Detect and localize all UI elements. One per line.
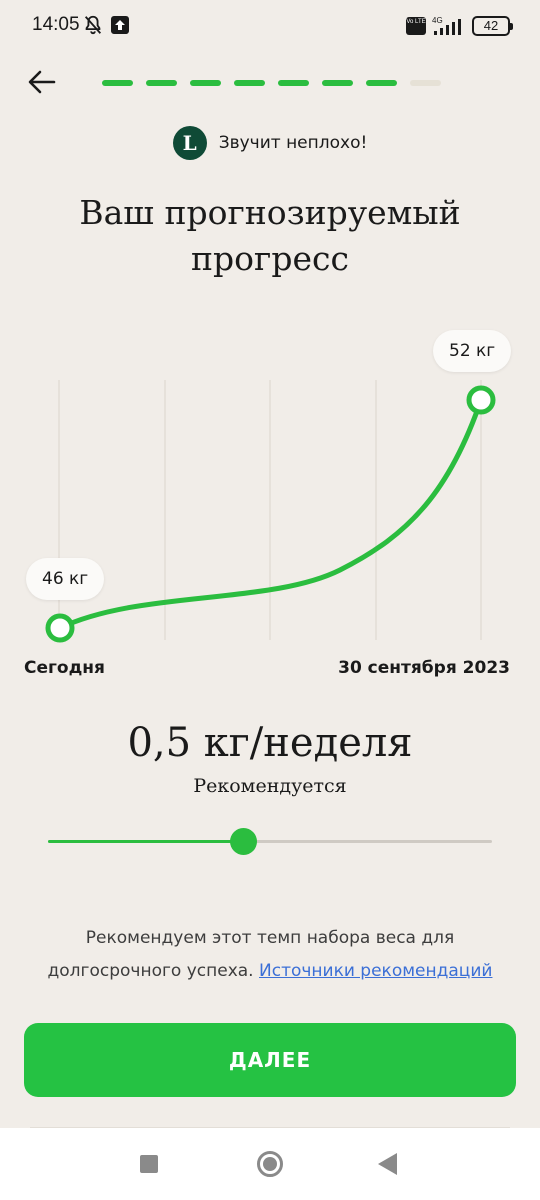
- volte-icon: Vo LTE: [406, 17, 426, 35]
- upload-icon: [111, 16, 129, 34]
- progress-step-pending: [410, 80, 441, 86]
- badge-text: Звучит неплохо!: [218, 133, 368, 153]
- logo-icon: L: [172, 126, 207, 160]
- x-label-start: Сегодня: [24, 658, 105, 678]
- status-bar: 14:05 Vo LTE 4G 42: [0, 0, 540, 52]
- next-button[interactable]: ДАЛЕЕ: [24, 1023, 516, 1097]
- home-icon[interactable]: [257, 1151, 283, 1177]
- rate-value: 0,5 кг/неделя: [127, 720, 413, 766]
- end-point: [466, 385, 496, 415]
- badge-row: L Звучит неплохо!: [0, 126, 540, 160]
- recents-icon[interactable]: [140, 1155, 158, 1173]
- progress-steps: [102, 80, 441, 86]
- status-right: Vo LTE 4G 42: [406, 14, 513, 38]
- start-weight-bubble: 46 кг: [26, 558, 105, 600]
- progress-step-complete: [366, 80, 397, 86]
- rate-subtitle: Рекомендуется: [193, 775, 347, 797]
- x-label-end: 30 сентября 2023: [338, 658, 510, 678]
- start-point: [45, 613, 75, 643]
- progress-step-complete: [278, 80, 309, 86]
- rate-slider[interactable]: [48, 826, 492, 856]
- end-weight-bubble: 52 кг: [433, 330, 512, 372]
- slider-fill: [48, 840, 243, 843]
- signal-icon: 4G: [432, 16, 461, 35]
- system-back-icon[interactable]: [378, 1153, 397, 1175]
- progress-chart: 46 кг 52 кг: [0, 320, 540, 660]
- progress-step-complete: [102, 80, 133, 86]
- slider-thumb[interactable]: [230, 828, 257, 855]
- status-time: 14:05: [32, 14, 80, 35]
- page-title: Ваш прогнозируемый прогресс: [79, 193, 461, 278]
- arrow-left-icon: [28, 70, 56, 94]
- battery-icon: 42: [472, 16, 513, 36]
- progress-step-complete: [234, 80, 265, 86]
- advice-text: Рекомендуем этот темп набора веса для до…: [20, 922, 520, 988]
- sources-link[interactable]: Источники рекомендаций: [259, 961, 492, 981]
- back-button[interactable]: [24, 64, 60, 100]
- progress-step-complete: [146, 80, 177, 86]
- progress-step-complete: [322, 80, 353, 86]
- progress-step-complete: [190, 80, 221, 86]
- network-type: 4G: [432, 16, 443, 25]
- bell-off-icon: [84, 15, 102, 35]
